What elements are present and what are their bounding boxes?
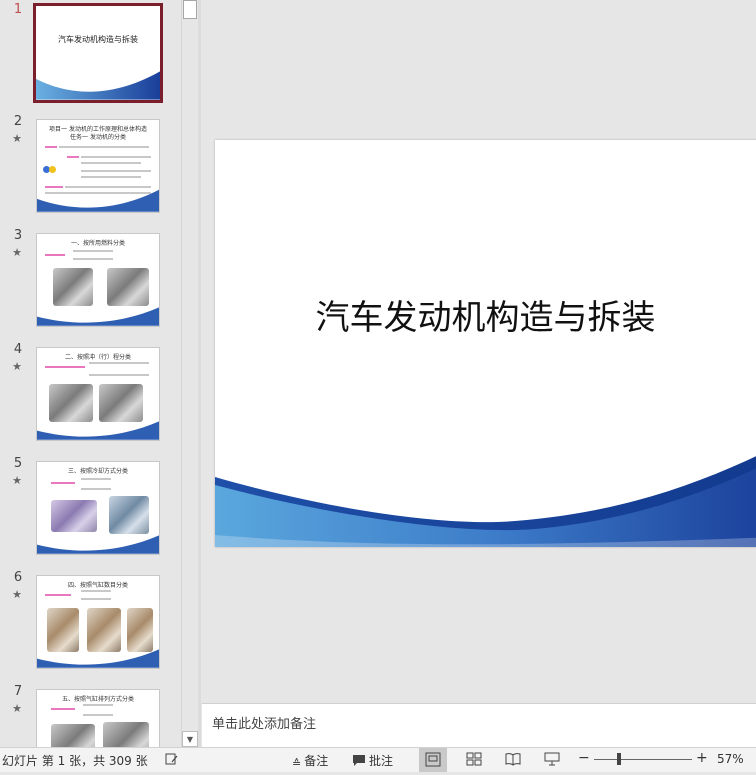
slide-thumbnail-pane[interactable]: 1 汽车发动机构造与拆装 2 ★ 项目一 发动机的工作原理和总体构造 任务一 发… xyxy=(0,0,181,747)
slide-thumbnail-1[interactable]: 汽车发动机构造与拆装 xyxy=(33,3,163,103)
normal-view-icon xyxy=(425,752,441,767)
thumbnail-heading: 四、按照气缸数目分类 xyxy=(67,582,128,589)
animation-star-icon: ★ xyxy=(12,360,22,373)
slide-count-text: 幻灯片 第 1 张，共 309 张 xyxy=(2,754,148,768)
scrollbar-thumb[interactable] xyxy=(183,0,197,19)
thumbnail-scrollbar[interactable]: ▼ xyxy=(181,0,198,747)
wave-decoration xyxy=(37,189,159,212)
slide-thumbnail-3[interactable]: 一、按所用燃料分类 xyxy=(36,233,160,327)
wave-decoration xyxy=(37,535,159,554)
thumbnail-heading: 五、按照气缸排列方式分类 xyxy=(61,696,134,703)
slide-thumbnail-6[interactable]: 四、按照气缸数目分类 xyxy=(36,575,160,669)
slide-sorter-view-icon[interactable] xyxy=(466,752,482,766)
thumbnail-heading: 一、按所用燃料分类 xyxy=(70,240,125,247)
slide-thumbnail-5[interactable]: 三、按照冷却方式分类 xyxy=(36,461,160,555)
notes-placeholder[interactable]: 单击此处添加备注 xyxy=(212,713,316,732)
slide-number: 1 xyxy=(13,2,23,17)
slide-canvas[interactable]: 汽车发动机构造与拆装 xyxy=(215,140,756,547)
wave-decoration xyxy=(37,307,159,326)
notes-toggle-label: 备注 xyxy=(304,754,329,768)
notes-icon: ≙ xyxy=(292,757,302,770)
thumbnail-row-2[interactable]: 2 ★ 项目一 发动机的工作原理和总体构造 任务一 发动机的分类 xyxy=(0,114,181,228)
slide-number: 6 xyxy=(13,570,23,585)
slide-thumbnail-7[interactable]: 五、按照气缸排列方式分类 xyxy=(36,689,160,747)
wave-decoration xyxy=(215,456,756,547)
comment-icon xyxy=(353,755,365,766)
slide-number: 4 xyxy=(13,342,23,357)
slide-show-icon[interactable] xyxy=(544,752,560,766)
reading-view-icon[interactable] xyxy=(505,752,521,766)
comments-toggle-label: 批注 xyxy=(369,754,394,768)
slide-number: 5 xyxy=(13,456,23,471)
slide-thumbnail-4[interactable]: 二、按照冲（行）程分类 xyxy=(36,347,160,441)
thumbnail-heading: 三、按照冷却方式分类 xyxy=(67,468,128,475)
wave-decoration xyxy=(36,71,160,100)
slide-thumbnail-2[interactable]: 项目一 发动机的工作原理和总体构造 任务一 发动机的分类 xyxy=(36,119,160,213)
slide-number: 2 xyxy=(13,114,23,129)
zoom-slider-handle[interactable] xyxy=(617,753,621,765)
wave-decoration xyxy=(37,649,159,668)
animation-star-icon: ★ xyxy=(12,246,22,259)
thumbnail-row-4[interactable]: 4 ★ 二、按照冲（行）程分类 xyxy=(0,342,181,456)
zoom-level[interactable]: 57% xyxy=(717,752,744,766)
accessibility-icon[interactable] xyxy=(165,752,182,767)
zoom-in-button[interactable]: + xyxy=(696,750,708,766)
animation-star-icon: ★ xyxy=(12,702,22,715)
slide-title[interactable]: 汽车发动机构造与拆装 xyxy=(215,290,756,339)
wave-decoration xyxy=(37,421,159,440)
thumbnail-row-3[interactable]: 3 ★ 一、按所用燃料分类 xyxy=(0,228,181,342)
thumbnail-row-6[interactable]: 6 ★ 四、按照气缸数目分类 xyxy=(0,570,181,684)
notes-pane[interactable]: 单击此处添加备注 xyxy=(202,703,756,747)
thumbnail-heading: 项目一 发动机的工作原理和总体构造 任务一 发动机的分类 xyxy=(49,126,147,141)
normal-view-button[interactable] xyxy=(419,748,447,772)
animation-star-icon: ★ xyxy=(12,588,22,601)
zoom-slider-track[interactable] xyxy=(594,759,692,760)
pane-divider[interactable] xyxy=(198,0,201,747)
thumbnail-heading: 二、按照冲（行）程分类 xyxy=(64,354,131,361)
slide-number: 3 xyxy=(13,228,23,243)
animation-star-icon: ★ xyxy=(12,474,22,487)
scroll-down-arrow-icon[interactable]: ▼ xyxy=(182,731,198,747)
thumbnail-title: 汽车发动机构造与拆装 xyxy=(58,35,138,45)
animation-star-icon: ★ xyxy=(12,132,22,145)
slide-number: 7 xyxy=(13,684,23,699)
thumbnail-row-1[interactable]: 1 汽车发动机构造与拆装 xyxy=(0,2,181,116)
notes-toggle-button[interactable]: ≙ 备注 xyxy=(292,752,328,770)
status-bar: 幻灯片 第 1 张，共 309 张 ≙ 备注 批注 − + 57% xyxy=(0,747,756,772)
zoom-out-button[interactable]: − xyxy=(578,750,590,766)
comments-toggle-button[interactable]: 批注 xyxy=(352,752,393,769)
thumbnail-row-5[interactable]: 5 ★ 三、按照冷却方式分类 xyxy=(0,456,181,570)
thumbnail-row-7[interactable]: 7 ★ 五、按照气缸排列方式分类 xyxy=(0,684,181,747)
